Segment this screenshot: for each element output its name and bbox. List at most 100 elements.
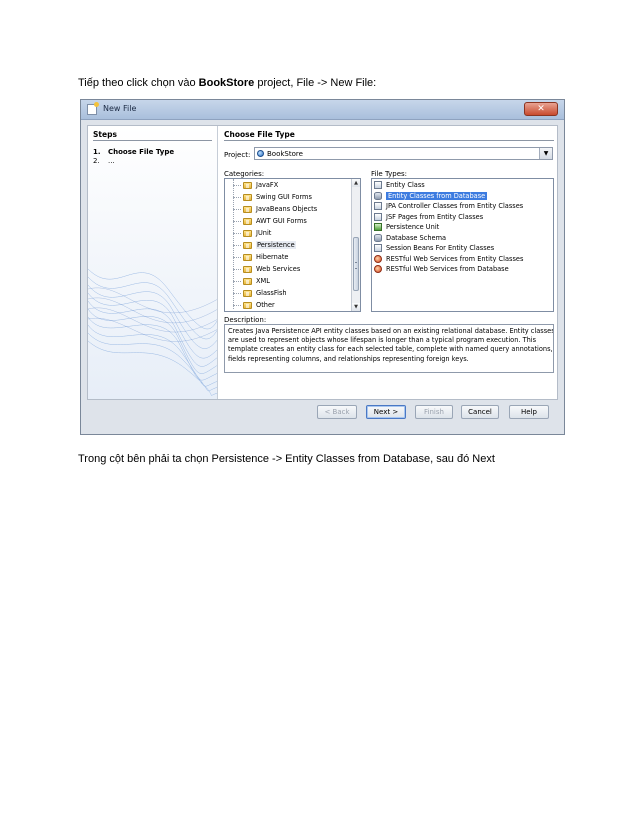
tree-item-label: Other: [256, 301, 275, 309]
description-label: Description:: [224, 316, 267, 324]
cancel-button[interactable]: Cancel: [461, 405, 499, 419]
project-dropdown[interactable]: BookStore ▼: [254, 147, 553, 160]
dialog-title-bar[interactable]: New File ✕: [81, 100, 564, 120]
file-type-item[interactable]: Session Beans For Entity Classes: [374, 243, 550, 254]
tree-item[interactable]: GlassFish: [227, 288, 287, 299]
file-type-item[interactable]: Entity Class: [374, 180, 550, 191]
back-button[interactable]: < Back: [317, 405, 357, 419]
file-type-label: Persistence Unit: [386, 223, 440, 231]
project-value: BookStore: [267, 150, 303, 158]
tree-item[interactable]: Hibernate: [227, 252, 289, 263]
folder-icon: [243, 229, 252, 237]
tree-item-label: XML: [256, 277, 270, 285]
tree-item-label: Hibernate: [256, 253, 289, 261]
tree-item[interactable]: JavaFX: [227, 180, 278, 191]
tree-item[interactable]: JUnit: [227, 228, 271, 239]
file-type-label: Database Schema: [386, 233, 447, 242]
new-file-icon: [87, 102, 99, 115]
file-type-item-selected[interactable]: Entity Classes from Database: [374, 191, 550, 202]
file-type-item[interactable]: JSF Pages from Entity Classes: [374, 212, 550, 223]
file-type-label: RESTful Web Services from Entity Classes: [386, 254, 524, 263]
description-box: Creates Java Persistence API entity clas…: [224, 324, 554, 373]
file-type-item[interactable]: Database Schema: [374, 233, 550, 244]
folder-icon: [243, 265, 252, 273]
intro-bold-text: BookStore: [198, 77, 255, 89]
steps-divider: [93, 140, 212, 141]
tree-item-label: JavaFX: [256, 181, 279, 189]
close-button[interactable]: ✕: [524, 102, 558, 116]
tree-item-label: Web Services: [256, 265, 301, 273]
file-types-label: File Types:: [371, 170, 408, 178]
next-button[interactable]: Next >: [366, 405, 406, 419]
dialog-button-row: < Back Next > Finish Cancel Help: [81, 405, 564, 423]
tree-item-label: Persistence: [256, 241, 296, 249]
choose-file-type-panel: Choose File Type Project: BookStore ▼ Ca…: [224, 126, 554, 399]
step-item-2: 2....: [93, 157, 115, 165]
file-type-item[interactable]: Persistence Unit: [374, 222, 550, 233]
dialog-content: Steps 1. Choose File Type 2.... Choose F…: [87, 125, 558, 400]
page-icon: [374, 212, 382, 221]
class-icon: [374, 202, 382, 210]
folder-icon: [243, 217, 252, 225]
panel-heading: Choose File Type: [224, 130, 295, 139]
help-button[interactable]: Help: [509, 405, 549, 419]
tree-item[interactable]: Web Services: [227, 264, 300, 275]
file-type-item[interactable]: RESTful Web Services from Database: [374, 264, 550, 275]
tree-item-label: GlassFish: [256, 289, 287, 297]
dialog-title: New File: [103, 104, 137, 113]
persistence-icon: [374, 223, 382, 231]
intro-suffix-text: project, File -> New File:: [254, 77, 377, 89]
folder-icon: [243, 301, 252, 309]
file-type-label: Entity Class: [386, 181, 425, 189]
tree-item-label: JUnit: [256, 229, 272, 237]
scroll-down-icon[interactable]: ▼: [352, 303, 360, 311]
folder-icon: [243, 277, 252, 285]
finish-button[interactable]: Finish: [415, 405, 453, 419]
folder-icon: [243, 181, 252, 189]
step-number: 1.: [93, 148, 101, 156]
description-line: template creates an entity class for eac…: [228, 345, 553, 354]
description-line: fields representing columns, and relatio…: [228, 354, 469, 363]
tree-item[interactable]: Swing GUI Forms: [227, 192, 312, 203]
file-type-item[interactable]: RESTful Web Services from Entity Classes: [374, 254, 550, 265]
file-type-label: Session Beans For Entity Classes: [386, 244, 495, 252]
step-number: 2.: [93, 157, 100, 165]
steps-panel: Steps 1. Choose File Type 2....: [88, 126, 218, 399]
categories-tree[interactable]: JavaFX Swing GUI Forms JavaBeans Objects…: [224, 178, 361, 312]
categories-scrollbar[interactable]: ▲ ▼: [351, 179, 360, 311]
folder-icon: [243, 253, 252, 261]
file-type-item[interactable]: JPA Controller Classes from Entity Class…: [374, 201, 550, 212]
outro-paragraph: Trong cột bên phải ta chọn Persistence -…: [78, 453, 495, 465]
database-icon: [374, 233, 382, 242]
steps-heading: Steps: [93, 130, 117, 139]
database-icon: [374, 191, 382, 200]
description-line: Creates Java Persistence API entity clas…: [228, 327, 554, 335]
description-line: are used to represent objects whose life…: [228, 336, 537, 345]
tree-item-label: JavaBeans Objects: [256, 205, 318, 213]
folder-icon: [243, 193, 252, 201]
scrollbar-thumb[interactable]: [353, 237, 359, 291]
tree-item-label: Swing GUI Forms: [256, 193, 312, 201]
intro-text: Tiếp theo click chọn vào: [78, 77, 199, 89]
new-file-dialog: New File ✕ Steps 1. Choose File Type 2...…: [80, 99, 565, 435]
tree-item[interactable]: AWT GUI Forms: [227, 216, 307, 227]
rest-icon: [374, 265, 382, 273]
intro-paragraph: Tiếp theo click chọn vào BookStore proje…: [78, 76, 376, 90]
decorative-waves-graphic: [88, 268, 217, 396]
bean-icon: [374, 244, 382, 252]
file-type-label: JPA Controller Classes from Entity Class…: [386, 202, 524, 210]
chevron-down-icon[interactable]: ▼: [539, 148, 552, 159]
file-type-label: Entity Classes from Database: [386, 191, 488, 200]
rest-icon: [374, 254, 382, 263]
tree-item[interactable]: JavaBeans Objects: [227, 204, 317, 215]
file-type-label: RESTful Web Services from Database: [386, 265, 509, 273]
file-types-list[interactable]: Entity Class Entity Classes from Databas…: [371, 178, 554, 312]
tree-item[interactable]: Other: [227, 300, 275, 311]
tree-item-persistence[interactable]: Persistence: [227, 240, 296, 251]
step-label: ...: [108, 157, 115, 165]
project-globe-icon: [257, 150, 264, 157]
class-icon: [374, 181, 382, 189]
scroll-up-icon[interactable]: ▲: [352, 179, 360, 187]
project-label: Project:: [224, 151, 251, 159]
tree-item[interactable]: XML: [227, 276, 270, 287]
